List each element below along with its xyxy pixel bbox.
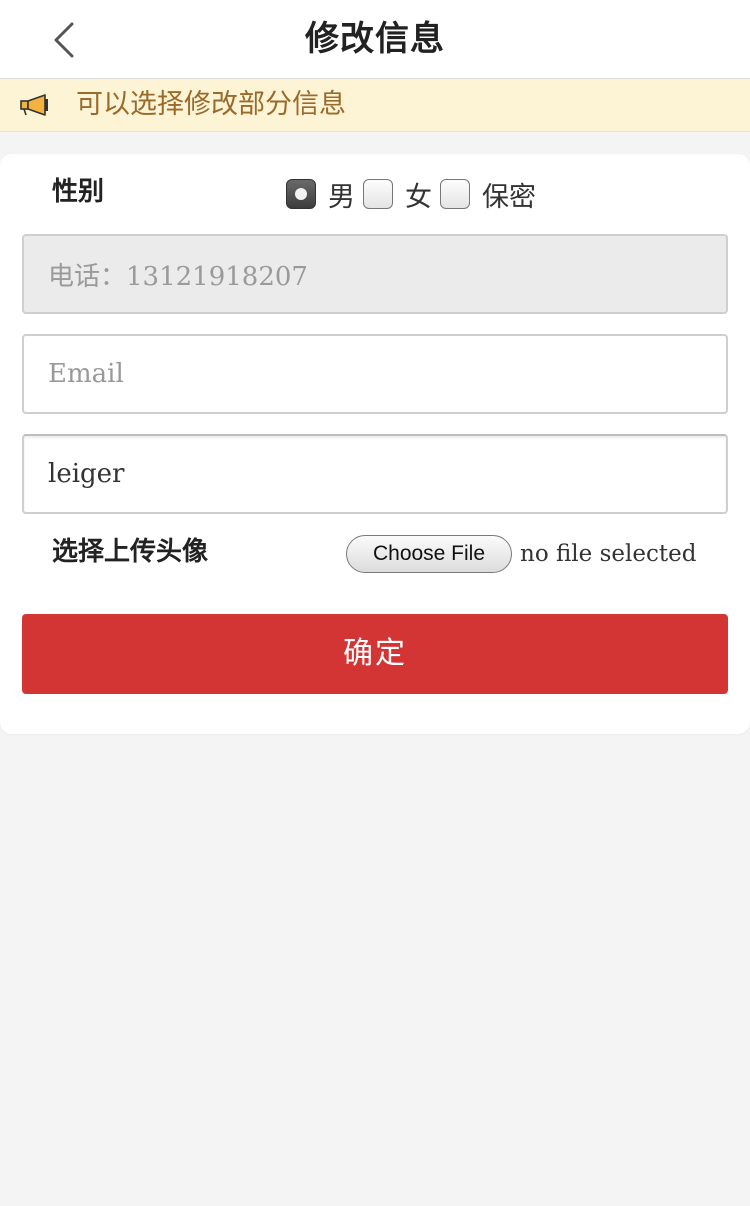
gender-male-radio[interactable] xyxy=(286,179,316,209)
gender-label: 性别 xyxy=(52,177,105,207)
gender-secret-radio[interactable] xyxy=(440,179,470,209)
gender-secret-label[interactable]: 保密 xyxy=(482,175,536,214)
gender-female-label[interactable]: 女 xyxy=(405,175,432,214)
page-title: 修改信息 xyxy=(305,19,445,59)
megaphone-icon xyxy=(20,94,48,116)
gender-options: 男 女 保密 xyxy=(286,174,544,214)
avatar-upload-label: 选择上传头像 xyxy=(52,537,209,567)
gender-male-label[interactable]: 男 xyxy=(328,175,355,214)
gender-female-radio[interactable] xyxy=(363,179,393,209)
edit-info-form: 性别 男 女 保密 选择上传头像 Choose File no file sel… xyxy=(0,154,750,734)
radio-selected-dot xyxy=(295,188,307,200)
email-field[interactable] xyxy=(22,334,728,414)
name-field[interactable] xyxy=(22,434,728,514)
notice-banner: 可以选择修改部分信息 xyxy=(0,79,750,132)
file-status-text: no file selected xyxy=(520,541,697,567)
phone-field xyxy=(22,234,728,314)
notice-text: 可以选择修改部分信息 xyxy=(76,89,346,120)
top-bar: 修改信息 xyxy=(0,0,750,79)
choose-file-button[interactable]: Choose File xyxy=(346,535,512,573)
confirm-button[interactable]: 确定 xyxy=(22,614,728,694)
